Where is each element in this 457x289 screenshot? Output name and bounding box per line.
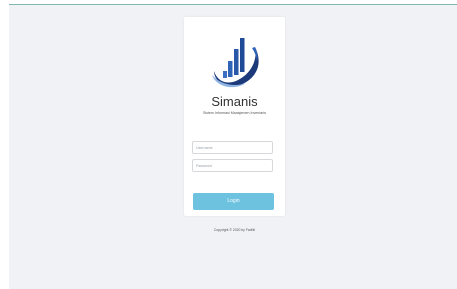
copyright-text: Copyright © 2020 by Fadhil	[213, 228, 256, 232]
password-input[interactable]	[192, 159, 273, 172]
login-button[interactable]: Login	[193, 193, 274, 210]
bar-chart-swoosh-logo-icon	[212, 38, 259, 88]
username-input[interactable]	[192, 141, 273, 154]
app-tagline: Sistem Informasi Manajemen Inventaris	[202, 111, 267, 115]
app-name: Simanis	[211, 94, 258, 109]
